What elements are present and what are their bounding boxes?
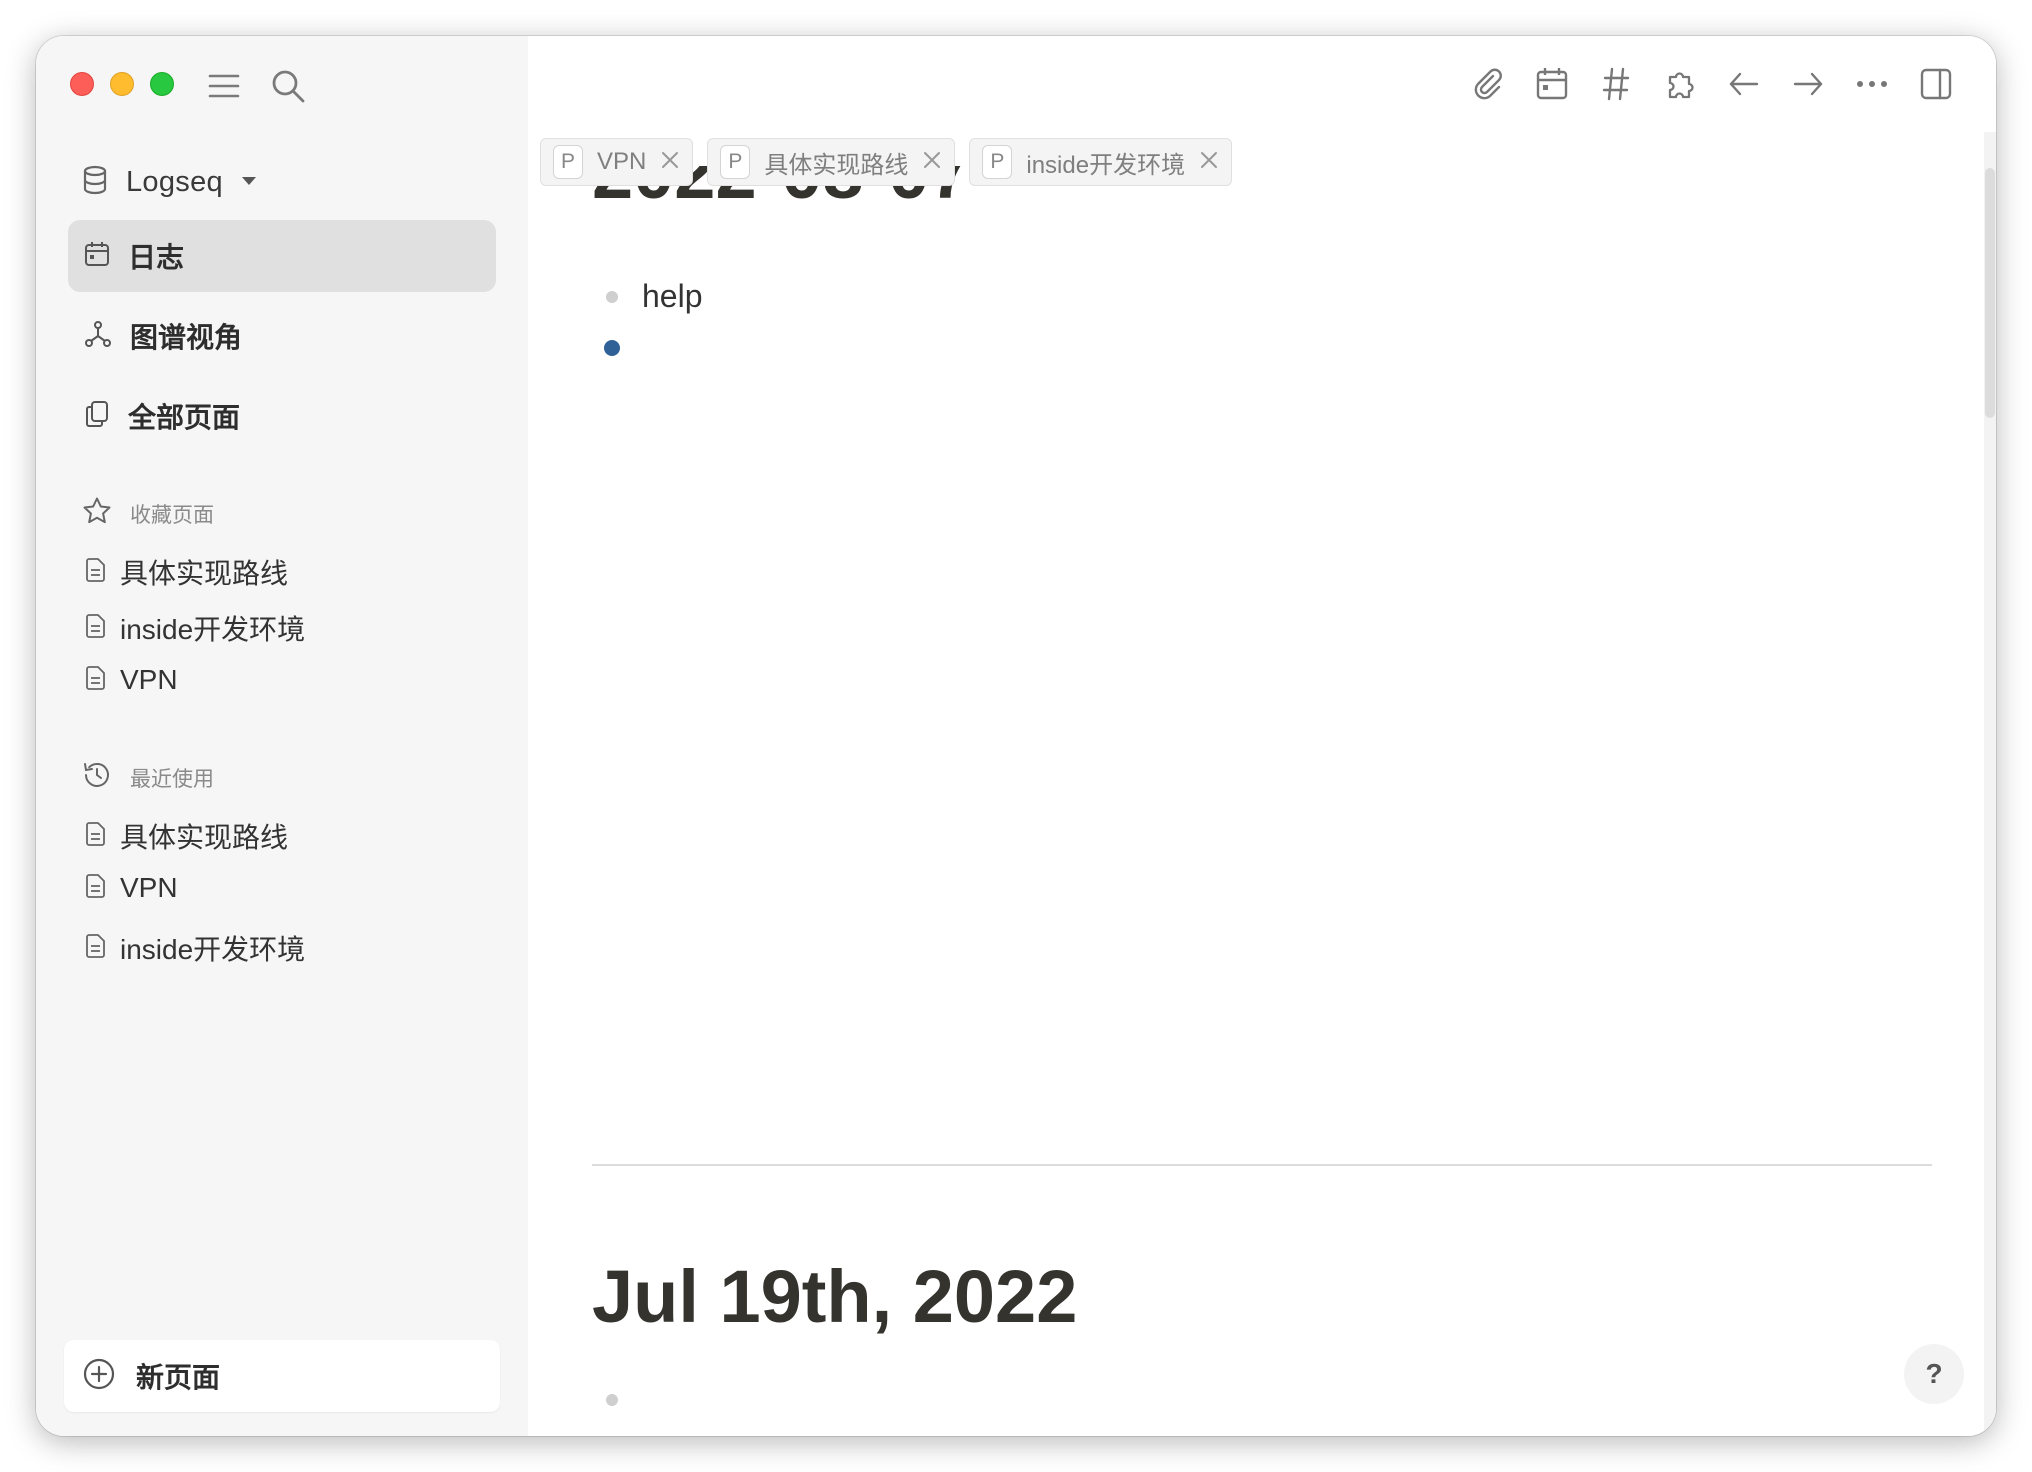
calendar-icon[interactable] bbox=[1532, 64, 1572, 104]
history-icon bbox=[82, 760, 112, 795]
window-controls bbox=[70, 72, 174, 96]
favorite-item[interactable]: VPN bbox=[86, 664, 178, 696]
graph-name: Logseq bbox=[126, 165, 223, 198]
nav-all-pages[interactable]: 全部页面 bbox=[68, 380, 496, 452]
menu-icon[interactable] bbox=[204, 66, 244, 106]
left-sidebar: Logseq 日志 图谱视角 全部页面 收藏页面 具体实现路线 inside开发… bbox=[36, 36, 528, 1436]
scrollbar-thumb[interactable] bbox=[1985, 168, 1995, 418]
recent-item[interactable]: VPN bbox=[86, 872, 178, 904]
graph-selector[interactable]: Logseq bbox=[82, 158, 257, 206]
page-icon bbox=[86, 821, 106, 851]
more-icon[interactable] bbox=[1852, 64, 1892, 104]
nav-journals-label: 日志 bbox=[128, 242, 185, 273]
recent-item[interactable]: 具体实现路线 bbox=[86, 816, 288, 856]
top-toolbar bbox=[1468, 64, 1956, 104]
favorites-header[interactable]: 收藏页面 bbox=[82, 496, 214, 531]
puzzle-icon[interactable] bbox=[1660, 64, 1700, 104]
new-page-button[interactable]: 新页面 bbox=[64, 1340, 500, 1412]
arrow-left-icon[interactable] bbox=[1724, 64, 1764, 104]
page-tab[interactable]: P VPN bbox=[540, 138, 694, 186]
plus-circle-icon bbox=[82, 1357, 116, 1396]
journal-divider bbox=[592, 1164, 1932, 1166]
page-badge: P bbox=[553, 145, 583, 179]
page-icon bbox=[86, 933, 106, 963]
block-bullet[interactable] bbox=[606, 1394, 618, 1406]
database-icon bbox=[82, 165, 108, 200]
recent-item-label: inside开发环境 bbox=[120, 934, 306, 965]
favorite-item-label: 具体实现路线 bbox=[120, 558, 289, 589]
block-bullet[interactable] bbox=[606, 290, 618, 303]
calendar-icon bbox=[84, 241, 110, 272]
block[interactable]: help bbox=[592, 278, 703, 315]
page-icon bbox=[86, 873, 106, 903]
editing-block[interactable] bbox=[592, 340, 644, 356]
star-icon bbox=[82, 496, 112, 531]
close-icon[interactable] bbox=[660, 150, 680, 175]
arrow-right-icon[interactable] bbox=[1788, 64, 1828, 104]
favorites-title: 收藏页面 bbox=[130, 503, 214, 527]
graph-icon bbox=[84, 320, 112, 353]
new-page-label: 新页面 bbox=[136, 1362, 221, 1393]
sidebar-toggle-icon[interactable] bbox=[1916, 64, 1956, 104]
close-window-button[interactable] bbox=[70, 72, 94, 96]
close-icon[interactable] bbox=[922, 150, 942, 175]
help-button[interactable]: ? bbox=[1904, 1344, 1964, 1404]
block-bullet[interactable] bbox=[604, 340, 620, 356]
favorite-item[interactable]: 具体实现路线 bbox=[86, 552, 288, 592]
search-icon[interactable] bbox=[268, 66, 308, 106]
close-icon[interactable] bbox=[1199, 150, 1219, 175]
block[interactable] bbox=[592, 1394, 642, 1406]
page-tab-label: inside开发环境 bbox=[1026, 151, 1186, 179]
scrollbar[interactable] bbox=[1984, 132, 1996, 1436]
caret-down-icon bbox=[241, 173, 257, 191]
favorite-item-label: VPN bbox=[120, 664, 178, 695]
page-badge: P bbox=[720, 145, 751, 179]
recent-item[interactable]: inside开发环境 bbox=[86, 928, 305, 968]
page-icon bbox=[86, 613, 106, 643]
app-window: Logseq 日志 图谱视角 全部页面 收藏页面 具体实现路线 inside开发… bbox=[36, 36, 1996, 1436]
recent-title: 最近使用 bbox=[130, 767, 214, 791]
zoom-window-button[interactable] bbox=[150, 72, 174, 96]
page-icon bbox=[86, 557, 106, 587]
recent-item-label: 具体实现路线 bbox=[120, 822, 289, 853]
recent-item-label: VPN bbox=[120, 872, 178, 903]
nav-graph-view-label: 图谱视角 bbox=[130, 322, 243, 353]
block-content[interactable]: help bbox=[642, 278, 703, 315]
nav-journals[interactable]: 日志 bbox=[68, 220, 496, 292]
page-tab[interactable]: P 具体实现路线 bbox=[707, 138, 956, 186]
favorite-item-label: inside开发环境 bbox=[120, 614, 306, 645]
favorite-item[interactable]: inside开发环境 bbox=[86, 608, 305, 648]
hashtag-icon[interactable] bbox=[1596, 64, 1636, 104]
page-tab[interactable]: P inside开发环境 bbox=[969, 138, 1233, 186]
page-badge: P bbox=[982, 145, 1013, 179]
page-icon bbox=[86, 665, 106, 695]
pages-icon bbox=[84, 400, 110, 433]
main-content: 2022-08-07 P VPN P 具体实现路线 P inside开发环境 h… bbox=[528, 36, 1996, 1436]
opened-pages-bar: P VPN P 具体实现路线 P inside开发环境 bbox=[540, 138, 1233, 186]
recent-header[interactable]: 最近使用 bbox=[82, 760, 214, 795]
journal-title[interactable]: Jul 19th, 2022 bbox=[592, 1254, 1077, 1339]
page-tab-label: VPN bbox=[597, 148, 647, 175]
nav-graph-view[interactable]: 图谱视角 bbox=[68, 300, 496, 372]
paperclip-icon[interactable] bbox=[1468, 64, 1508, 104]
minimize-window-button[interactable] bbox=[110, 72, 134, 96]
page-tab-label: 具体实现路线 bbox=[764, 151, 909, 179]
nav-all-pages-label: 全部页面 bbox=[128, 402, 241, 433]
